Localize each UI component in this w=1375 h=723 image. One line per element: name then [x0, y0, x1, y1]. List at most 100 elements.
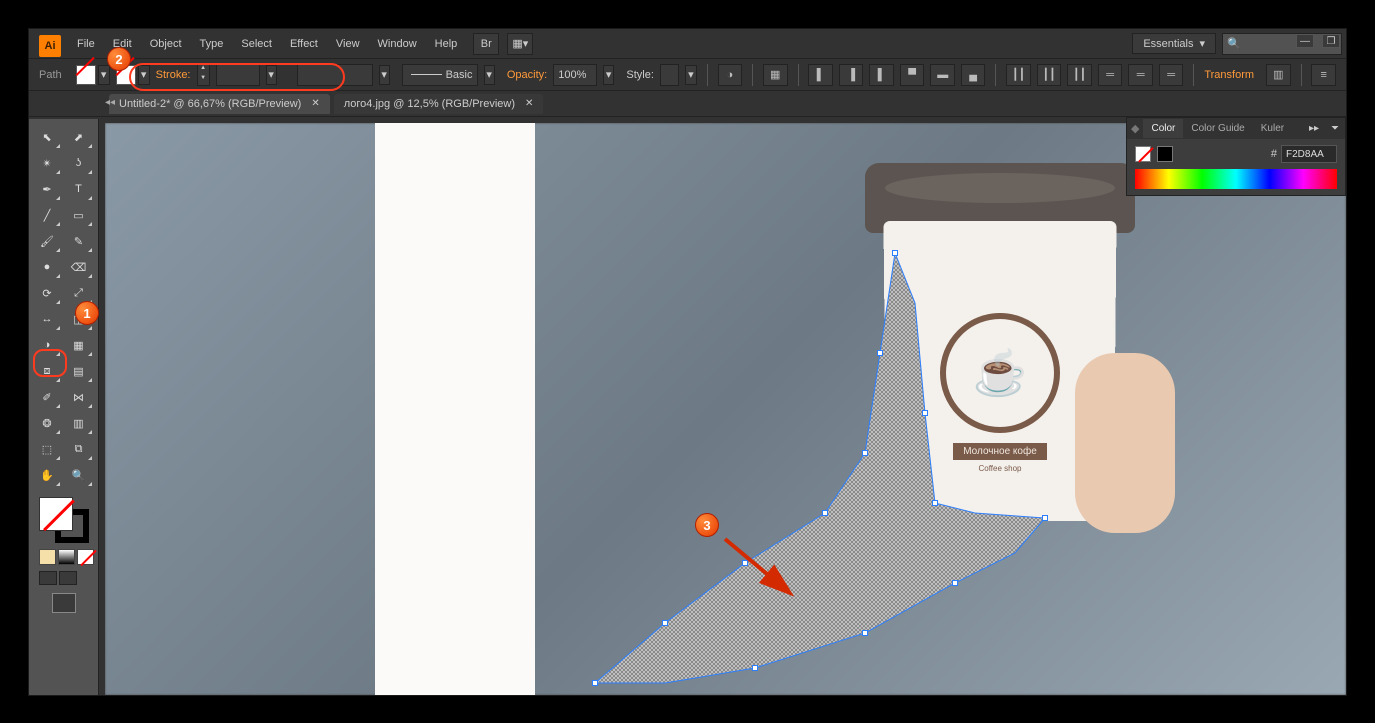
selection-tool[interactable]: ⬉ [33, 125, 61, 149]
opacity-dropdown[interactable]: ▾ [603, 65, 614, 85]
stroke-weight-field[interactable] [216, 64, 260, 86]
document-tab-inactive[interactable]: лого4.jpg @ 12,5% (RGB/Preview) ✕ [334, 94, 544, 114]
selected-mesh-path[interactable] [105, 123, 1155, 695]
close-tab-button[interactable]: ✕ [311, 98, 319, 109]
align-right-button[interactable]: ▌ [869, 64, 894, 86]
fill-control[interactable]: ▾ [76, 65, 110, 85]
document-tab-active[interactable]: Untitled-2* @ 66,67% (RGB/Preview) ✕ [109, 94, 330, 114]
graphic-style-swatch[interactable] [660, 64, 679, 86]
color-mode-solid[interactable] [39, 549, 56, 565]
distribute-hcenter-button[interactable]: ┃┃ [1037, 64, 1062, 86]
brush-definition[interactable]: Basic [402, 64, 478, 86]
anchor-point[interactable] [892, 250, 898, 256]
align-bottom-button[interactable]: ▄ [961, 64, 986, 86]
stroke-dropdown[interactable]: ▾ [138, 65, 150, 85]
variable-width-profile[interactable] [297, 64, 373, 86]
anchor-point[interactable] [822, 510, 828, 516]
anchor-point[interactable] [952, 580, 958, 586]
color-guide-tab[interactable]: Color Guide [1183, 119, 1252, 138]
color-tab[interactable]: Color [1143, 119, 1183, 138]
width-tool[interactable]: ↔ [33, 307, 61, 331]
fill-stroke-indicator[interactable] [39, 497, 89, 543]
symbol-sprayer-tool[interactable]: ❂ [33, 411, 61, 435]
color-mode-gradient[interactable] [58, 549, 75, 565]
anchor-point[interactable] [592, 680, 598, 686]
column-graph-tool[interactable]: ▥ [65, 411, 93, 435]
shape-builder-tool[interactable]: ◑ [33, 333, 61, 357]
bridge-button[interactable]: Br [473, 33, 499, 55]
opacity-label[interactable]: Opacity: [507, 69, 547, 81]
expand-panels-button[interactable]: ▸▸ [1303, 119, 1325, 138]
workspace-switcher[interactable]: Essentials ▾ [1132, 33, 1216, 54]
magic-wand-tool[interactable]: ✴ [33, 151, 61, 175]
window-maximize[interactable]: ❐ [1322, 34, 1340, 48]
change-screen-mode[interactable] [52, 593, 76, 613]
pen-tool[interactable]: ✒ [33, 177, 61, 201]
hand-tool[interactable]: ✋ [33, 463, 61, 487]
rectangle-tool[interactable]: ▭ [65, 203, 93, 227]
menu-view[interactable]: View [328, 34, 368, 54]
menu-type[interactable]: Type [192, 34, 232, 54]
blob-brush-tool[interactable]: ● [33, 255, 61, 279]
align-left-button[interactable]: ▌ [808, 64, 833, 86]
fill-swatch-none[interactable] [76, 65, 96, 85]
color-stroke-swatch[interactable] [1157, 146, 1173, 162]
distribute-left-button[interactable]: ┃┃ [1006, 64, 1031, 86]
kuler-tab[interactable]: Kuler [1253, 119, 1292, 138]
distribute-bottom-button[interactable]: ═ [1159, 64, 1184, 86]
menu-select[interactable]: Select [233, 34, 280, 54]
perspective-grid-tool[interactable]: ▦ [65, 333, 93, 357]
direct-selection-tool[interactable]: ⬈ [65, 125, 93, 149]
fill-indicator[interactable] [39, 497, 73, 531]
blend-tool[interactable]: ⋈ [65, 385, 93, 409]
align-hcenter-button[interactable]: ▐ [839, 64, 864, 86]
pencil-tool[interactable]: ✎ [65, 229, 93, 253]
hex-input[interactable] [1281, 145, 1337, 163]
align-top-button[interactable]: ▀ [900, 64, 925, 86]
distribute-right-button[interactable]: ┃┃ [1067, 64, 1092, 86]
distribute-vcenter-button[interactable]: ═ [1128, 64, 1153, 86]
canvas-area[interactable]: ☕ Молочное кофе Coffee shop [105, 123, 1346, 695]
anchor-point[interactable] [752, 665, 758, 671]
anchor-point[interactable] [922, 410, 928, 416]
distribute-top-button[interactable]: ═ [1098, 64, 1123, 86]
panel-grip-icon[interactable]: ◆ [1127, 118, 1143, 139]
color-fill-swatch[interactable] [1135, 146, 1151, 162]
recolor-artwork-button[interactable]: ◑ [718, 64, 743, 86]
menu-file[interactable]: File [69, 34, 103, 54]
anchor-point[interactable] [932, 500, 938, 506]
mesh-tool[interactable]: ⧈ [33, 359, 61, 383]
color-spectrum[interactable] [1135, 169, 1337, 189]
slice-tool[interactable]: ⧉ [65, 437, 93, 461]
fill-dropdown[interactable]: ▾ [98, 65, 110, 85]
opacity-field[interactable]: 100% [553, 64, 597, 86]
eraser-tool[interactable]: ⌫ [65, 255, 93, 279]
stroke-weight-dropdown[interactable]: ▾ [266, 65, 277, 85]
window-minimize[interactable]: — [1296, 34, 1314, 48]
align-panel-button[interactable]: ▦ [763, 64, 788, 86]
anchor-point[interactable] [862, 630, 868, 636]
stroke-label[interactable]: Stroke: [156, 69, 191, 81]
collapse-tabstrip-button[interactable]: ◂◂ [105, 97, 115, 108]
transform-link[interactable]: Transform [1204, 69, 1254, 81]
arrange-documents-button[interactable]: ▦▾ [507, 33, 533, 55]
zoom-tool[interactable]: 🔍 [65, 463, 93, 487]
line-tool[interactable]: ╱ [33, 203, 61, 227]
anchor-point[interactable] [862, 450, 868, 456]
stroke-weight-stepper[interactable]: ▲▼ [197, 64, 210, 86]
menu-effect[interactable]: Effect [282, 34, 326, 54]
anchor-point[interactable] [1042, 515, 1048, 521]
menu-help[interactable]: Help [427, 34, 466, 54]
control-bar-menu[interactable]: ≡ [1311, 64, 1336, 86]
color-mode-none[interactable] [77, 549, 94, 565]
menu-window[interactable]: Window [370, 34, 425, 54]
paintbrush-tool[interactable]: 🖌 [33, 229, 61, 253]
rotate-tool[interactable]: ⟳ [33, 281, 61, 305]
variable-width-dropdown[interactable]: ▾ [379, 65, 390, 85]
align-vcenter-button[interactable]: ▬ [930, 64, 955, 86]
screen-mode-normal[interactable] [39, 571, 57, 585]
collapse-panel-button[interactable]: ⏷ [1325, 119, 1345, 138]
eyedropper-tool[interactable]: ✐ [33, 385, 61, 409]
screen-mode-full[interactable] [59, 571, 77, 585]
transform-panel-button[interactable]: ▥ [1266, 64, 1291, 86]
